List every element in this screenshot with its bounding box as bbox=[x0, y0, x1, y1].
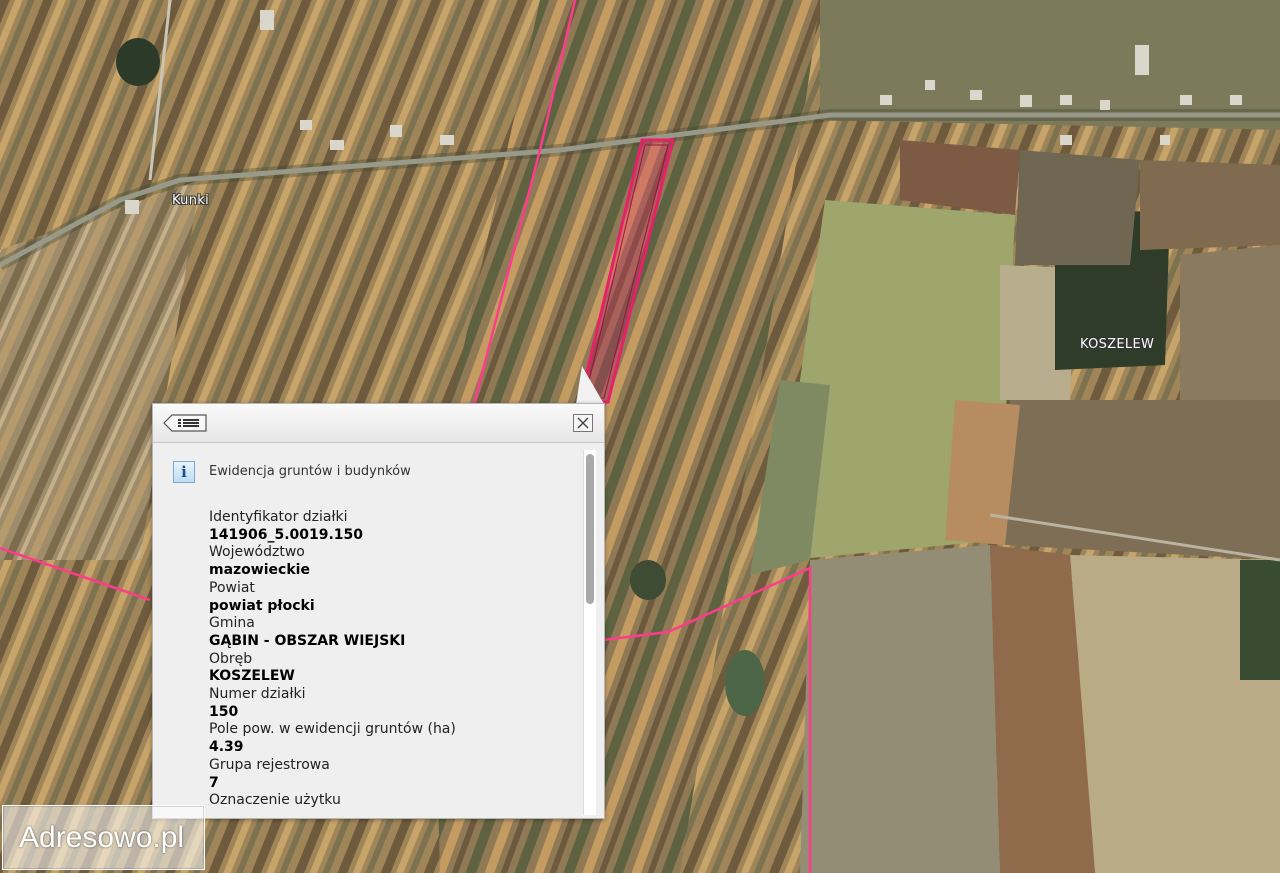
parcel-info-popup: i Ewidencja gruntów i budynków Identyfik… bbox=[152, 403, 605, 819]
watermark-text: Adresowo.pl bbox=[19, 821, 185, 854]
field-value: 4.39 bbox=[209, 739, 244, 756]
field-label: Powiat bbox=[209, 579, 255, 596]
field-value: powiat płocki bbox=[209, 597, 315, 614]
field-value: KOSZELEW bbox=[209, 668, 295, 685]
place-label-koszelew: KOSZELEW bbox=[1080, 337, 1155, 352]
field-label: Gmina bbox=[209, 615, 255, 632]
field-value: mazowieckie bbox=[209, 562, 310, 579]
field-value: 7 bbox=[209, 774, 219, 791]
field-label: Grupa rejestrowa bbox=[209, 756, 330, 773]
field-value: 150 bbox=[209, 703, 239, 720]
popup-scrollbar[interactable] bbox=[583, 450, 596, 815]
popup-header bbox=[153, 404, 604, 443]
field-label: Obręb bbox=[209, 650, 253, 667]
field-value: 141906_5.0019.150 bbox=[209, 526, 364, 543]
close-button[interactable] bbox=[573, 414, 593, 432]
field-label: Numer działki bbox=[209, 686, 306, 703]
parcel-fields: Identyfikator działki 141906_5.0019.150 … bbox=[209, 509, 569, 810]
place-label-kunki: Kunki bbox=[172, 193, 209, 208]
close-icon bbox=[577, 417, 589, 429]
field-label: Województwo bbox=[209, 544, 305, 561]
list-back-icon bbox=[163, 414, 207, 432]
section-title: Ewidencja gruntów i budynków bbox=[209, 464, 411, 479]
field-label: Identyfikator działki bbox=[209, 509, 348, 525]
field-label: Oznaczenie użytku bbox=[209, 792, 341, 809]
popup-content[interactable]: i Ewidencja gruntów i budynków Identyfik… bbox=[153, 443, 577, 818]
list-back-button[interactable] bbox=[163, 414, 207, 432]
info-icon: i bbox=[173, 461, 195, 483]
field-label: Pole pow. w ewidencji gruntów (ha) bbox=[209, 721, 456, 738]
watermark: Adresowo.pl bbox=[2, 805, 205, 870]
field-value: GĄBIN - OBSZAR WIEJSKI bbox=[209, 632, 406, 649]
scrollbar-thumb[interactable] bbox=[586, 454, 594, 604]
